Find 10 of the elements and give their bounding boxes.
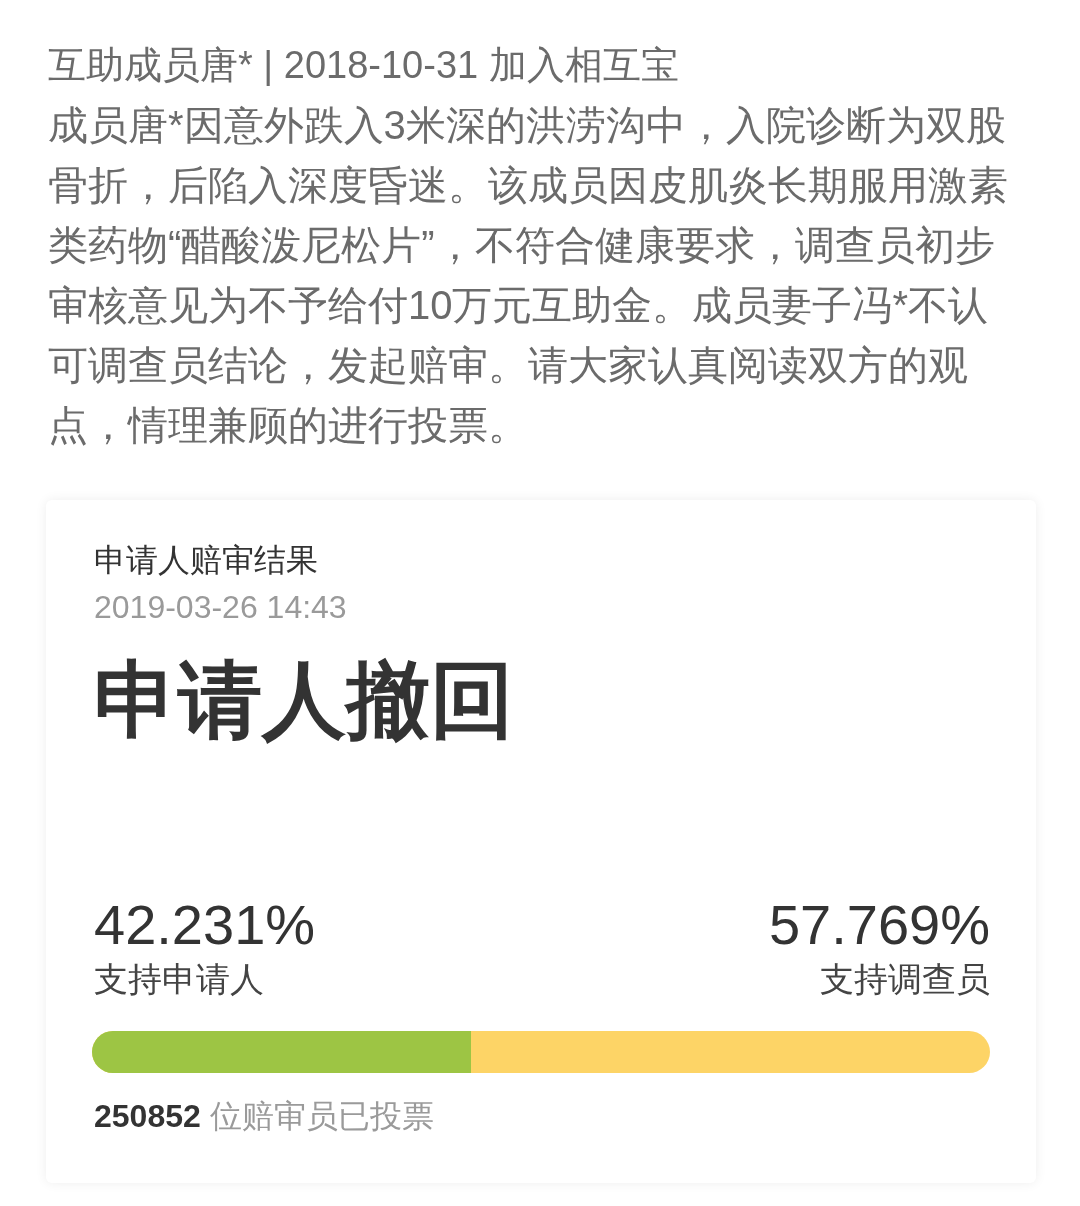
side-label: 支持申请人: [94, 959, 264, 1000]
side-label: 支持调查员: [820, 959, 990, 1000]
result-time: 2019-03-26 14:43: [94, 588, 348, 627]
vote-percentage: 42.231%: [94, 893, 316, 957]
verdict-text: 申请人撤回: [94, 652, 515, 749]
member-info: 互助成员唐* | 2018-10-31 加入相互宝: [48, 43, 680, 88]
voter-count: 250852 位赔审员已投票: [94, 1097, 434, 1136]
vote-percentage: 57.769%: [768, 893, 990, 957]
card-title: 申请人赔审结果: [94, 541, 319, 580]
case-description: 成员唐*因意外跌入3米深的洪涝沟中，入院诊断为双股骨折，后陷入深度昏迷。该成员因皮肌炎长期服用激素类药物“醋酸泼尼松片”，不符合健康要求，调查员初步审核意见为不予给付10万元互助金。成员妻子冯*不认可调查员结论，发起赔审。请大家认真阅读双方的观点，情理兼顾的进行投票。: [48, 102, 1009, 449]
